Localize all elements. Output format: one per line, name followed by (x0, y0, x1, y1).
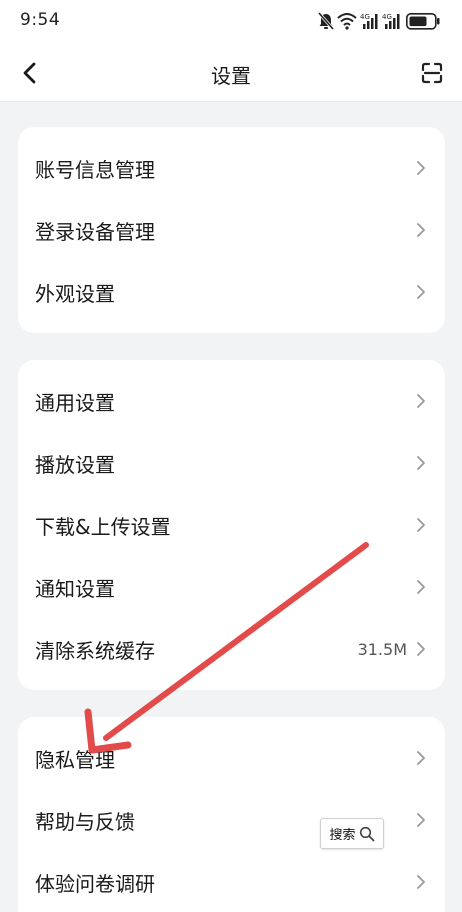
settings-item-clear-cache[interactable]: 清除系统缓存 31.5M (18, 618, 445, 680)
signal-4g-icon: 4G (360, 13, 378, 29)
scan-button[interactable] (416, 57, 448, 89)
svg-text:4G: 4G (360, 13, 370, 21)
settings-item-label: 体验问卷调研 (35, 871, 155, 896)
settings-group-privacy: 隐私管理 帮助与反馈 体验问卷调研 (18, 717, 445, 912)
settings-item-login-devices[interactable]: 登录设备管理 (18, 199, 445, 261)
settings-item-label: 账号信息管理 (35, 157, 155, 182)
chevron-right-icon (415, 578, 427, 596)
cache-size-value: 31.5M (357, 639, 407, 659)
settings-item-playback[interactable]: 播放设置 (18, 432, 445, 494)
settings-item-label: 外观设置 (35, 281, 115, 306)
chevron-right-icon (415, 454, 427, 472)
chevron-right-icon (415, 640, 427, 658)
settings-item-label: 播放设置 (35, 452, 115, 477)
magnifier-icon (359, 826, 374, 841)
settings-item-label: 登录设备管理 (35, 219, 155, 244)
settings-item-survey[interactable]: 体验问卷调研 (18, 851, 445, 912)
status-time: 9:54 (20, 10, 61, 30)
settings-item-download-upload[interactable]: 下载&上传设置 (18, 494, 445, 556)
search-label: 搜索 (329, 828, 356, 843)
status-icons: 4G 4G (317, 12, 442, 34)
status-bar: 9:54 4G 4G (0, 0, 462, 44)
settings-item-label: 通用设置 (35, 390, 115, 415)
settings-item-label: 清除系统缓存 (35, 638, 155, 663)
chevron-right-icon (415, 811, 427, 829)
settings-item-privacy[interactable]: 隐私管理 (18, 727, 445, 789)
mute-bell-icon (317, 12, 335, 30)
nav-bar: 设置 (0, 44, 462, 102)
page-title: 设置 (211, 64, 251, 88)
settings-group-account: 账号信息管理 登录设备管理 外观设置 (18, 127, 445, 333)
chevron-right-icon (415, 873, 427, 891)
signal-4g-icon: 4G (382, 13, 400, 29)
chevron-right-icon (415, 283, 427, 301)
settings-group-general: 通用设置 播放设置 下载&上传设置 通知设置 清除系统缓存 31.5M (18, 360, 445, 690)
settings-item-label: 通知设置 (35, 576, 115, 601)
scan-icon (421, 62, 443, 84)
wifi-icon (337, 13, 357, 30)
settings-item-appearance[interactable]: 外观设置 (18, 261, 445, 323)
settings-item-general[interactable]: 通用设置 (18, 370, 445, 432)
search-button[interactable]: 搜索 (320, 818, 384, 849)
settings-item-notifications[interactable]: 通知设置 (18, 556, 445, 618)
battery-icon (406, 13, 440, 30)
chevron-right-icon (415, 221, 427, 239)
svg-text:4G: 4G (382, 13, 392, 21)
settings-item-account-info[interactable]: 账号信息管理 (18, 137, 445, 199)
chevron-right-icon (415, 392, 427, 410)
settings-item-label: 隐私管理 (35, 747, 115, 772)
chevron-right-icon (415, 159, 427, 177)
settings-item-label: 下载&上传设置 (35, 514, 171, 539)
chevron-right-icon (415, 749, 427, 767)
chevron-right-icon (415, 516, 427, 534)
